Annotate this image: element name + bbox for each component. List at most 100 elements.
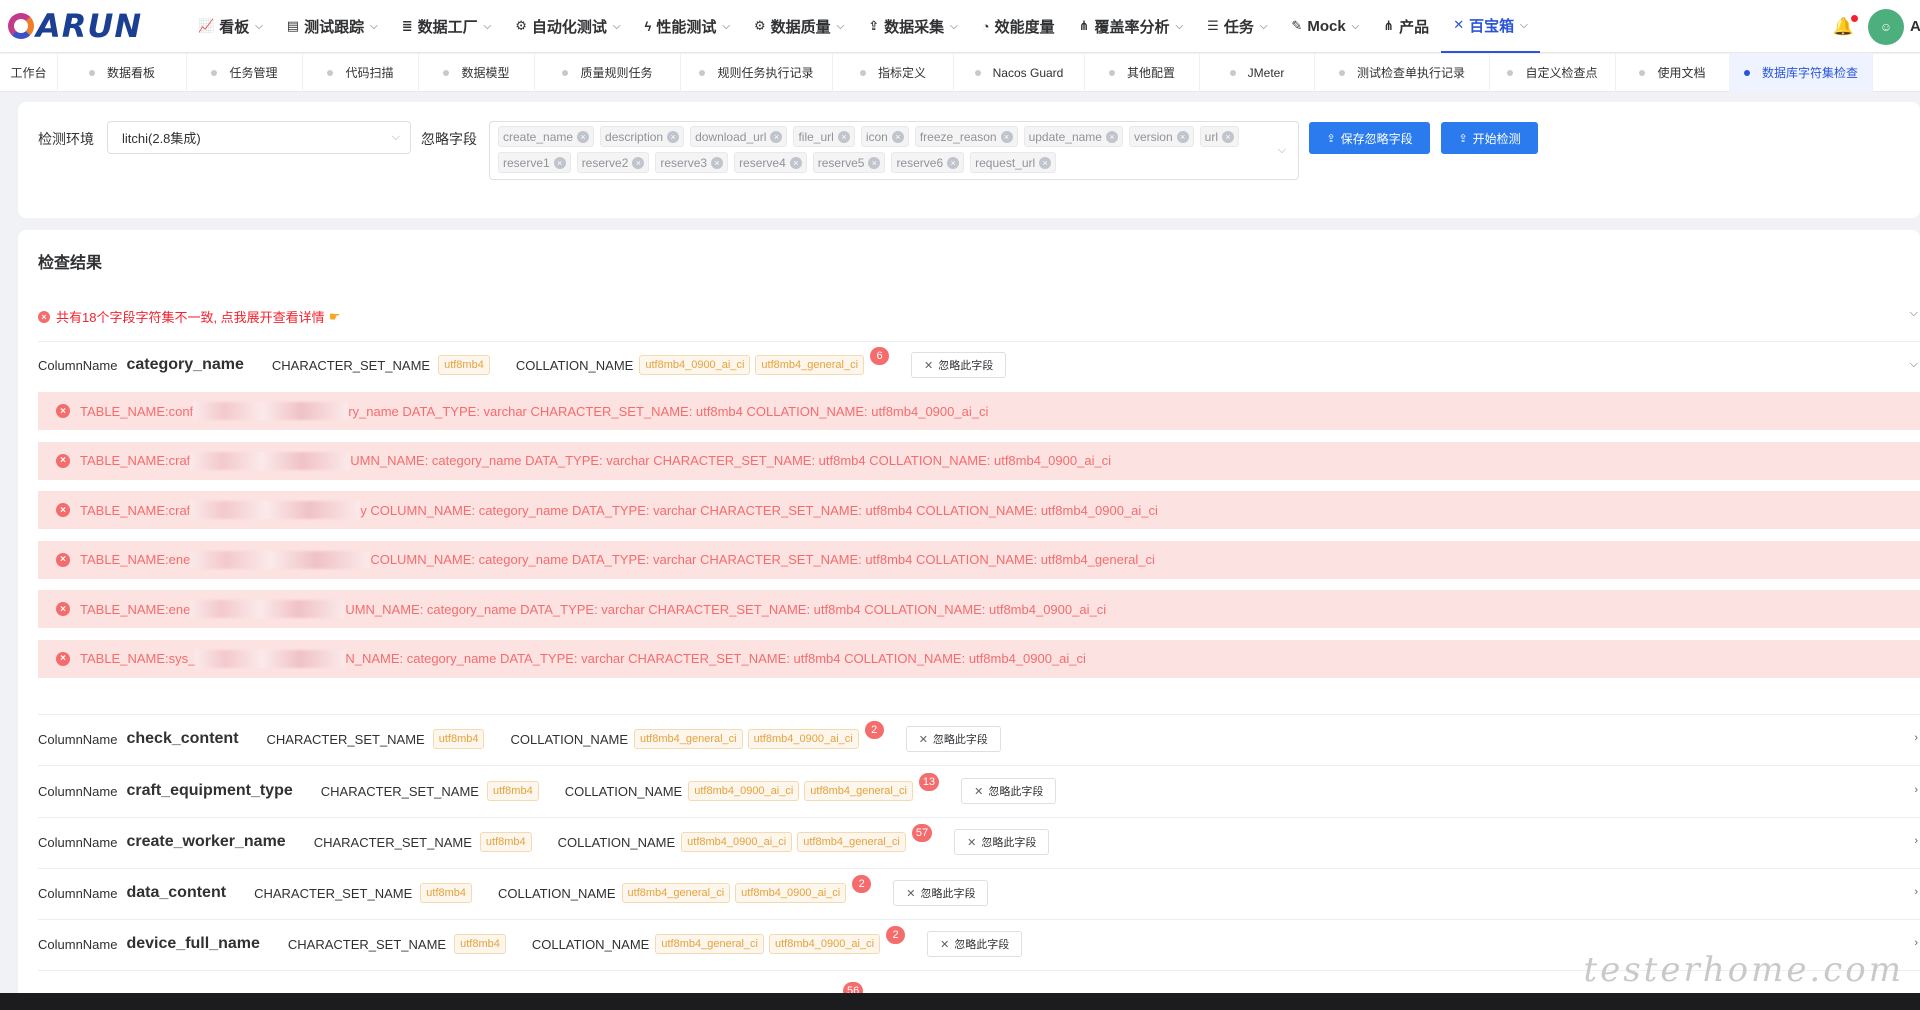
tab[interactable]: 指标定义	[833, 53, 954, 92]
close-icon[interactable]: ×	[770, 130, 783, 143]
charset-label: CHARACTER_SET_NAME	[254, 885, 413, 901]
tab[interactable]: 任务管理	[187, 53, 303, 92]
ignore-tag-label: request_url	[975, 155, 1036, 170]
close-icon[interactable]: ×	[868, 156, 881, 169]
chevron-down-icon: ⌵	[1351, 20, 1360, 32]
os-dock	[0, 993, 1920, 1010]
close-icon[interactable]: ×	[711, 156, 724, 169]
collation-tag: utf8mb4_0900_ai_ci	[735, 883, 847, 903]
error-icon: ×	[56, 552, 70, 567]
nav-item[interactable]: ☰ 任务 ⌵	[1195, 0, 1279, 53]
tools-icon: ✕	[967, 836, 977, 849]
tab[interactable]: 工作台	[0, 53, 58, 92]
tab[interactable]: 质量规则任务	[535, 53, 681, 92]
ignore-field-button[interactable]: ✕ 忽略此字段	[961, 778, 1057, 804]
divider	[38, 714, 1920, 715]
tab-dot-icon	[88, 69, 95, 76]
chevron-right-icon[interactable]: ›	[1914, 732, 1918, 744]
nav-item[interactable]: ϟ 性能测试 ⌵	[632, 0, 742, 53]
close-icon[interactable]: ×	[1000, 130, 1013, 143]
tab-dot-icon	[1338, 69, 1345, 76]
summary-toggle[interactable]: × 共有18个字段字符集不一致, 点我展开查看详情 ☛	[38, 307, 340, 326]
close-icon[interactable]: ×	[837, 130, 850, 143]
close-icon[interactable]: ×	[1105, 130, 1118, 143]
tab[interactable]: 数据模型	[419, 53, 535, 92]
ignore-tag-label: file_url	[798, 129, 834, 144]
tab[interactable]: JMeter	[1200, 53, 1315, 92]
chevron-right-icon[interactable]: ›	[1914, 937, 1918, 949]
upload-icon: ⇪	[1326, 132, 1336, 145]
close-icon[interactable]: ×	[1222, 130, 1234, 143]
close-icon[interactable]: ×	[891, 130, 904, 143]
ignore-field-button[interactable]: ✕ 忽略此字段	[893, 880, 989, 906]
env-select[interactable]: litchi(2.8集成) ⌵	[107, 121, 411, 154]
notification-bell-icon[interactable]: 🔔	[1833, 14, 1858, 37]
close-icon[interactable]: ×	[1039, 156, 1052, 169]
nav-item[interactable]: 📈 看板 ⌵	[186, 0, 275, 53]
tools-icon: ✕	[918, 733, 928, 746]
collation-tag: utf8mb4_general_ci	[797, 832, 906, 852]
logo[interactable]: ARUN	[8, 6, 168, 46]
tab[interactable]: 自定义检查点	[1490, 53, 1616, 92]
close-icon[interactable]: ×	[789, 156, 802, 169]
tab[interactable]: 数据看板	[58, 53, 187, 92]
divider	[38, 868, 1920, 869]
ignore-field-button[interactable]: ✕ 忽略此字段	[954, 829, 1050, 855]
user-initial[interactable]: A	[1910, 18, 1920, 35]
nav-item[interactable]: ✕ 百宝箱 ⌵	[1441, 0, 1540, 53]
tab[interactable]: Nacos Guard	[954, 53, 1085, 92]
chevron-right-icon[interactable]: ›	[1914, 835, 1918, 847]
nav-item[interactable]: ◔ 效能度量	[970, 0, 1067, 53]
notification-dot	[1851, 14, 1858, 22]
tab[interactable]: 规则任务执行记录	[681, 53, 833, 92]
tools-icon: ✕	[940, 938, 950, 951]
ignore-tag: url ×	[1199, 126, 1239, 147]
error-prefix: TABLE_NAME:ene	[80, 601, 191, 617]
close-icon[interactable]: ×	[553, 156, 566, 169]
column-name-label: ColumnName	[38, 783, 118, 799]
chevron-down-icon[interactable]: ⌵	[1910, 358, 1918, 371]
save-ignore-button[interactable]: ⇪ 保存忽略字段	[1309, 122, 1430, 154]
close-icon[interactable]: ×	[947, 156, 960, 169]
chevron-right-icon[interactable]: ›	[1914, 784, 1918, 796]
error-prefix: TABLE_NAME:sys_	[80, 651, 196, 666]
error-prefix: TABLE_NAME:conf	[80, 403, 194, 419]
charset-tag: utf8mb4	[438, 355, 490, 375]
tools-icon: ✕	[1453, 17, 1465, 32]
chevron-down-icon[interactable]: ⌵	[1910, 307, 1918, 320]
ignore-tag-label: icon	[865, 129, 888, 144]
avatar[interactable]: ☺	[1868, 8, 1904, 45]
tab[interactable]: 数据库字符集检查	[1730, 53, 1873, 92]
nav-item[interactable]: ≣ 数据工厂 ⌵	[390, 0, 504, 53]
charset-tag: utf8mb4	[420, 883, 473, 903]
tab[interactable]: 使用文档	[1616, 53, 1730, 92]
tab[interactable]: 测试检查单执行记录	[1315, 53, 1490, 92]
ignore-fields-select[interactable]: create_name × description × download_url × fil…	[489, 121, 1299, 180]
nav-item[interactable]: ⋔ 产品	[1371, 0, 1441, 53]
tab[interactable]: 代码扫描	[303, 53, 419, 92]
nav-item[interactable]: ⋔ 覆盖率分析 ⌵	[1067, 0, 1196, 53]
close-icon[interactable]: ×	[1176, 130, 1189, 143]
chevron-right-icon[interactable]: ›	[1914, 886, 1918, 898]
start-check-button[interactable]: ⇪ 开始检测	[1441, 122, 1538, 154]
tab-dot-icon	[1108, 69, 1115, 76]
ignore-field-button[interactable]: ✕ 忽略此字段	[911, 352, 1007, 378]
nav-item-label: 产品	[1399, 18, 1430, 36]
close-icon[interactable]: ×	[632, 156, 645, 169]
close-icon[interactable]: ×	[667, 130, 680, 143]
tools-icon: ✕	[906, 887, 916, 900]
collation-tag: utf8mb4_general_ci	[655, 934, 764, 954]
nav-item[interactable]: ⇪ 数据采集 ⌵	[856, 0, 970, 53]
nav-item[interactable]: ▤ 测试跟踪 ⌵	[275, 0, 390, 53]
close-icon[interactable]: ×	[577, 130, 590, 143]
ignore-field-button[interactable]: ✕ 忽略此字段	[927, 931, 1023, 957]
nav-item[interactable]: ⚙ 数据质量 ⌵	[742, 0, 856, 53]
count-badge: 57	[911, 824, 933, 842]
nav-item-label: 覆盖率分析	[1094, 18, 1170, 36]
ignore-field-button[interactable]: ✕ 忽略此字段	[905, 726, 1001, 752]
nav-item-label: 看板	[219, 18, 250, 36]
nav-item[interactable]: ✎ Mock ⌵	[1279, 0, 1371, 53]
tab[interactable]: 其他配置	[1085, 53, 1200, 92]
collation-label: COLLATION_NAME	[564, 783, 683, 799]
nav-item[interactable]: ⚙ 自动化测试 ⌵	[503, 0, 632, 53]
